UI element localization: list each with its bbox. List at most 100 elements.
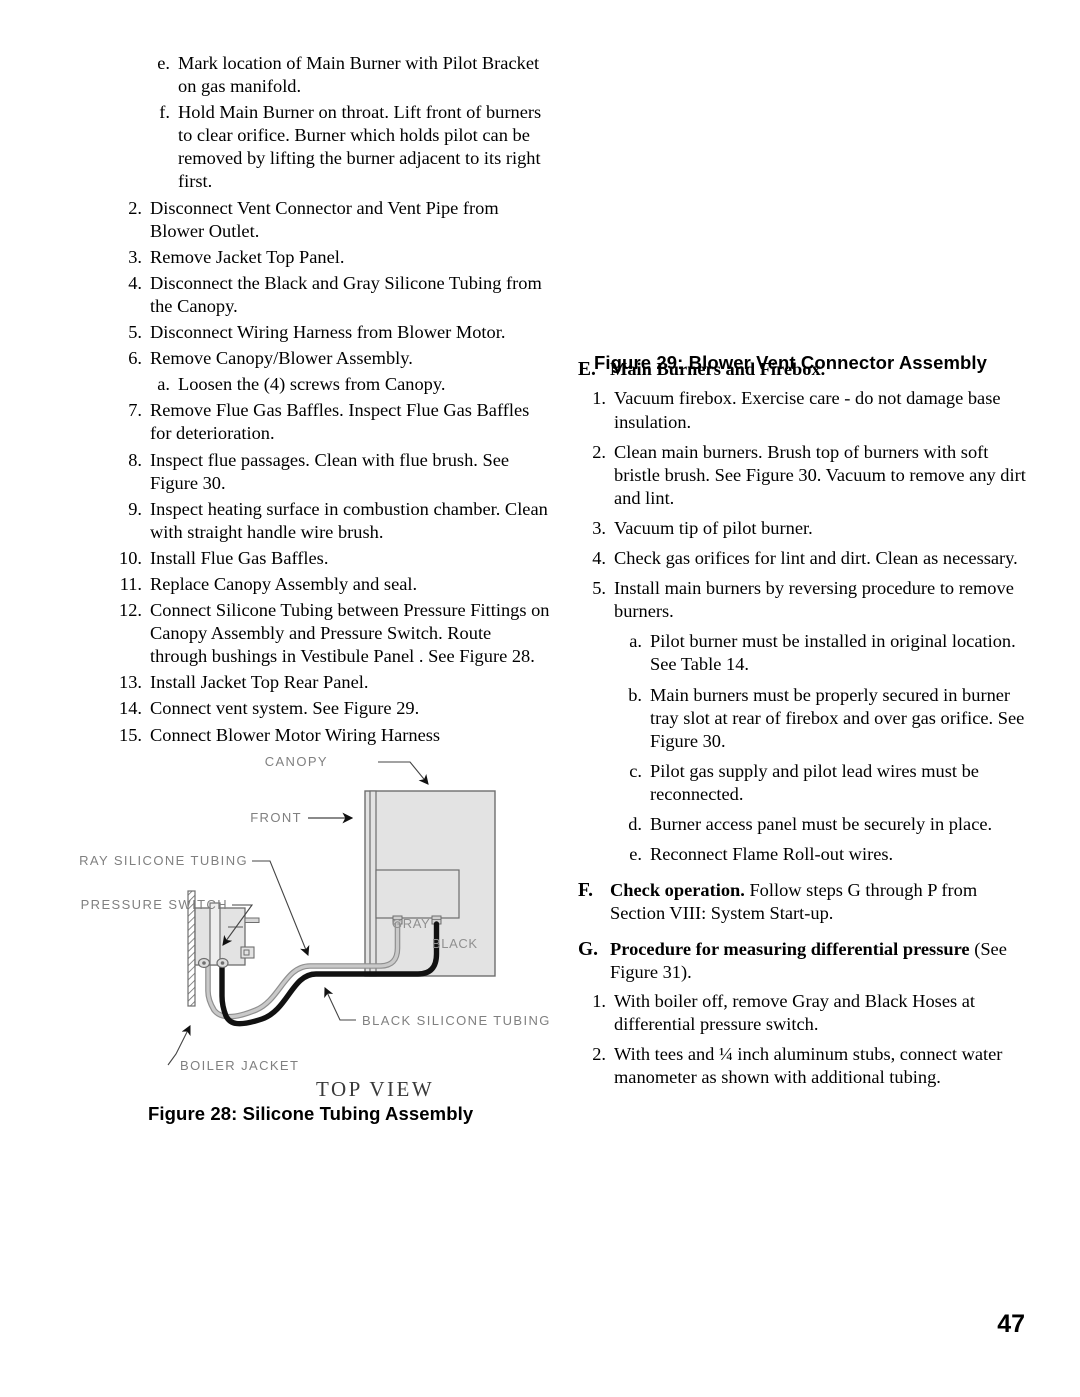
list-marker: e. — [629, 844, 642, 865]
left-list-item: 7. Remove Flue Gas Baffles. Inspect Flue … — [112, 399, 552, 445]
section-marker: E. — [578, 359, 596, 380]
list-item-text: Pilot gas supply and pilot lead wires mu… — [650, 760, 979, 804]
left-list-item: 4. Disconnect the Black and Gray Silicone… — [112, 272, 552, 318]
left-list-item: 12. Connect Silicone Tubing between Press… — [112, 599, 552, 668]
list-item-text: Disconnect the Black and Gray Silicone T… — [150, 272, 542, 316]
list-marker: e. — [157, 53, 170, 73]
list-marker: 7. — [128, 400, 142, 421]
left-list-item: 5. Disconnect Wiring Harness from Blower … — [112, 321, 552, 344]
list-item-text: Hold Main Burner on throat. Lift front o… — [178, 102, 542, 192]
list-item-text: Install main burners by reversing proced… — [614, 578, 1014, 622]
list-marker: 10. — [119, 547, 142, 568]
right-list-item: 5. Install main burners by reversing proc… — [578, 577, 1030, 623]
right-list-item: b. Main burners must be properly secured … — [578, 684, 1030, 753]
list-marker: 9. — [128, 498, 142, 519]
list-item-text: Install Flue Gas Baffles. — [150, 547, 329, 568]
left-list-item: 8. Inspect flue passages. Clean with flue… — [112, 449, 552, 495]
list-marker: 4. — [592, 548, 606, 569]
list-marker: 8. — [128, 449, 142, 470]
list-item-text: Reconnect Flame Roll-out wires. — [650, 844, 894, 865]
section-heading: E. Main Burners and Firebox. — [578, 358, 1030, 382]
list-marker: 5. — [592, 578, 606, 599]
left-list-item: 11. Replace Canopy Assembly and seal. — [112, 573, 552, 596]
list-item-text: Connect vent system. See Figure 29. — [150, 698, 420, 719]
left-list-item: 3. Remove Jacket Top Panel. — [112, 246, 552, 269]
list-item-text: Connect Blower Motor Wiring Harness — [150, 724, 441, 745]
left-list-item: 14. Connect vent system. See Figure 29. — [112, 697, 552, 720]
list-item-text: With boiler off, remove Gray and Black H… — [614, 990, 976, 1034]
black-tube-callout: BLACK — [432, 936, 478, 951]
section-heading-bold: Procedure for measuring differential pre… — [610, 939, 970, 960]
front-label: FRONT — [250, 810, 302, 825]
list-marker: 1. — [592, 388, 606, 409]
list-item-text: Mark location of Main Burner with Pilot … — [178, 53, 540, 97]
black-tubing-leader-line — [324, 987, 356, 1021]
list-marker: 1. — [592, 990, 606, 1011]
left-list-item: e. Mark location of Main Burner with Pilo… — [112, 52, 552, 98]
left-list-item: 6. Remove Canopy/Blower Assembly. — [112, 347, 552, 370]
list-marker: 2. — [592, 441, 606, 462]
list-item-text: Burner access panel must be securely in … — [650, 813, 993, 834]
list-item-text: Replace Canopy Assembly and seal. — [150, 573, 418, 594]
gray-tubing-leader-line — [252, 860, 310, 957]
list-marker: 3. — [592, 517, 606, 538]
section-heading: F. Check operation. Follow steps G throug… — [578, 879, 1030, 925]
right-list-item: c. Pilot gas supply and pilot lead wires … — [578, 760, 1030, 806]
right-list-item: 1. With boiler off, remove Gray and Black… — [578, 990, 1030, 1036]
left-list-item: 13. Install Jacket Top Rear Panel. — [112, 671, 552, 694]
list-marker: 14. — [119, 698, 142, 719]
right-list-item: 2. With tees and ¼ inch aluminum stubs, c… — [578, 1043, 1030, 1089]
right-list-item: d. Burner access panel must be securely i… — [578, 813, 1030, 836]
gray-tube-callout: GRAY — [392, 916, 430, 931]
canopy-leader-line — [378, 761, 429, 785]
canopy-label: CANOPY — [265, 754, 328, 769]
left-list-item: 10. Install Flue Gas Baffles. — [112, 547, 552, 570]
right-list-item: 2. Clean main burners. Brush top of burne… — [578, 441, 1030, 510]
section-heading-bold: Check operation. — [610, 880, 745, 901]
list-marker: 13. — [119, 672, 142, 693]
left-list-item: a. Loosen the (4) screws from Canopy. — [112, 373, 552, 396]
section-marker: G. — [578, 939, 599, 961]
right-list-item: 1. Vacuum firebox. Exercise care - do not… — [578, 387, 1030, 433]
list-item-text: Remove Canopy/Blower Assembly. — [150, 348, 413, 369]
list-item-text: Loosen the (4) screws from Canopy. — [178, 374, 446, 395]
left-column: e. Mark location of Main Burner with Pilo… — [112, 52, 552, 750]
section-heading: G. Procedure for measuring differential p… — [578, 938, 1030, 984]
left-list-item: 9. Inspect heating surface in combustion … — [112, 498, 552, 544]
list-item-text: Disconnect Wiring Harness from Blower Mo… — [150, 322, 506, 343]
list-marker: 2. — [592, 1043, 606, 1064]
figure-28-silicone-tubing-assembly-diagram: CANOPY FRONT GRAY SILICONE TUBING PRESSU… — [80, 748, 560, 1103]
list-item-text: Remove Jacket Top Panel. — [150, 246, 345, 267]
list-marker: b. — [628, 684, 642, 705]
right-list-item: a. Pilot burner must be installed in orig… — [578, 630, 1030, 676]
left-list-item: f. Hold Main Burner on throat. Lift front… — [112, 101, 552, 193]
canopy-inner-plate — [375, 869, 460, 919]
list-marker: 3. — [128, 246, 142, 267]
list-item-text: With tees and ¼ inch aluminum stubs, con… — [614, 1043, 1003, 1087]
list-item-text: Clean main burners. Brush top of burners… — [614, 441, 1026, 508]
list-item-text: Remove Flue Gas Baffles. Inspect Flue Ga… — [150, 400, 530, 444]
list-marker: a. — [629, 631, 642, 652]
list-item-text: Vacuum firebox. Exercise care - do not d… — [614, 388, 1001, 432]
list-marker: f. — [159, 102, 170, 123]
list-marker: 4. — [128, 272, 142, 293]
list-item-text: Vacuum tip of pilot burner. — [614, 517, 813, 538]
right-list-item: e. Reconnect Flame Roll-out wires. — [578, 843, 1030, 866]
left-list-item: 15. Connect Blower Motor Wiring Harness — [112, 724, 552, 747]
list-marker: 12. — [119, 600, 142, 621]
section-marker: F. — [578, 880, 593, 902]
list-item-text: Main burners must be properly secured in… — [650, 684, 1025, 751]
black-silicone-tubing-label: BLACK SILICONE TUBING — [362, 1013, 551, 1028]
list-item-text: Inspect flue passages. Clean with flue b… — [150, 449, 510, 493]
list-item-text: Inspect heating surface in combustion ch… — [150, 498, 548, 542]
section-heading-text: Check operation. Follow steps G through … — [610, 879, 1030, 925]
figure-28-caption: Figure 28: Silicone Tubing Assembly — [148, 1103, 474, 1124]
pressure-switch-assembly — [194, 902, 260, 969]
boiler-jacket-label: BOILER JACKET — [180, 1058, 299, 1073]
right-list-item: 3. Vacuum tip of pilot burner. — [578, 517, 1030, 540]
list-marker: d. — [628, 813, 642, 834]
right-column: E. Main Burners and Firebox. 1. Vacuum fire… — [578, 345, 1030, 1096]
list-marker: a. — [157, 374, 170, 395]
right-list-item: 4. Check gas orifices for lint and dirt. … — [578, 547, 1030, 570]
list-marker: 11. — [119, 573, 142, 594]
